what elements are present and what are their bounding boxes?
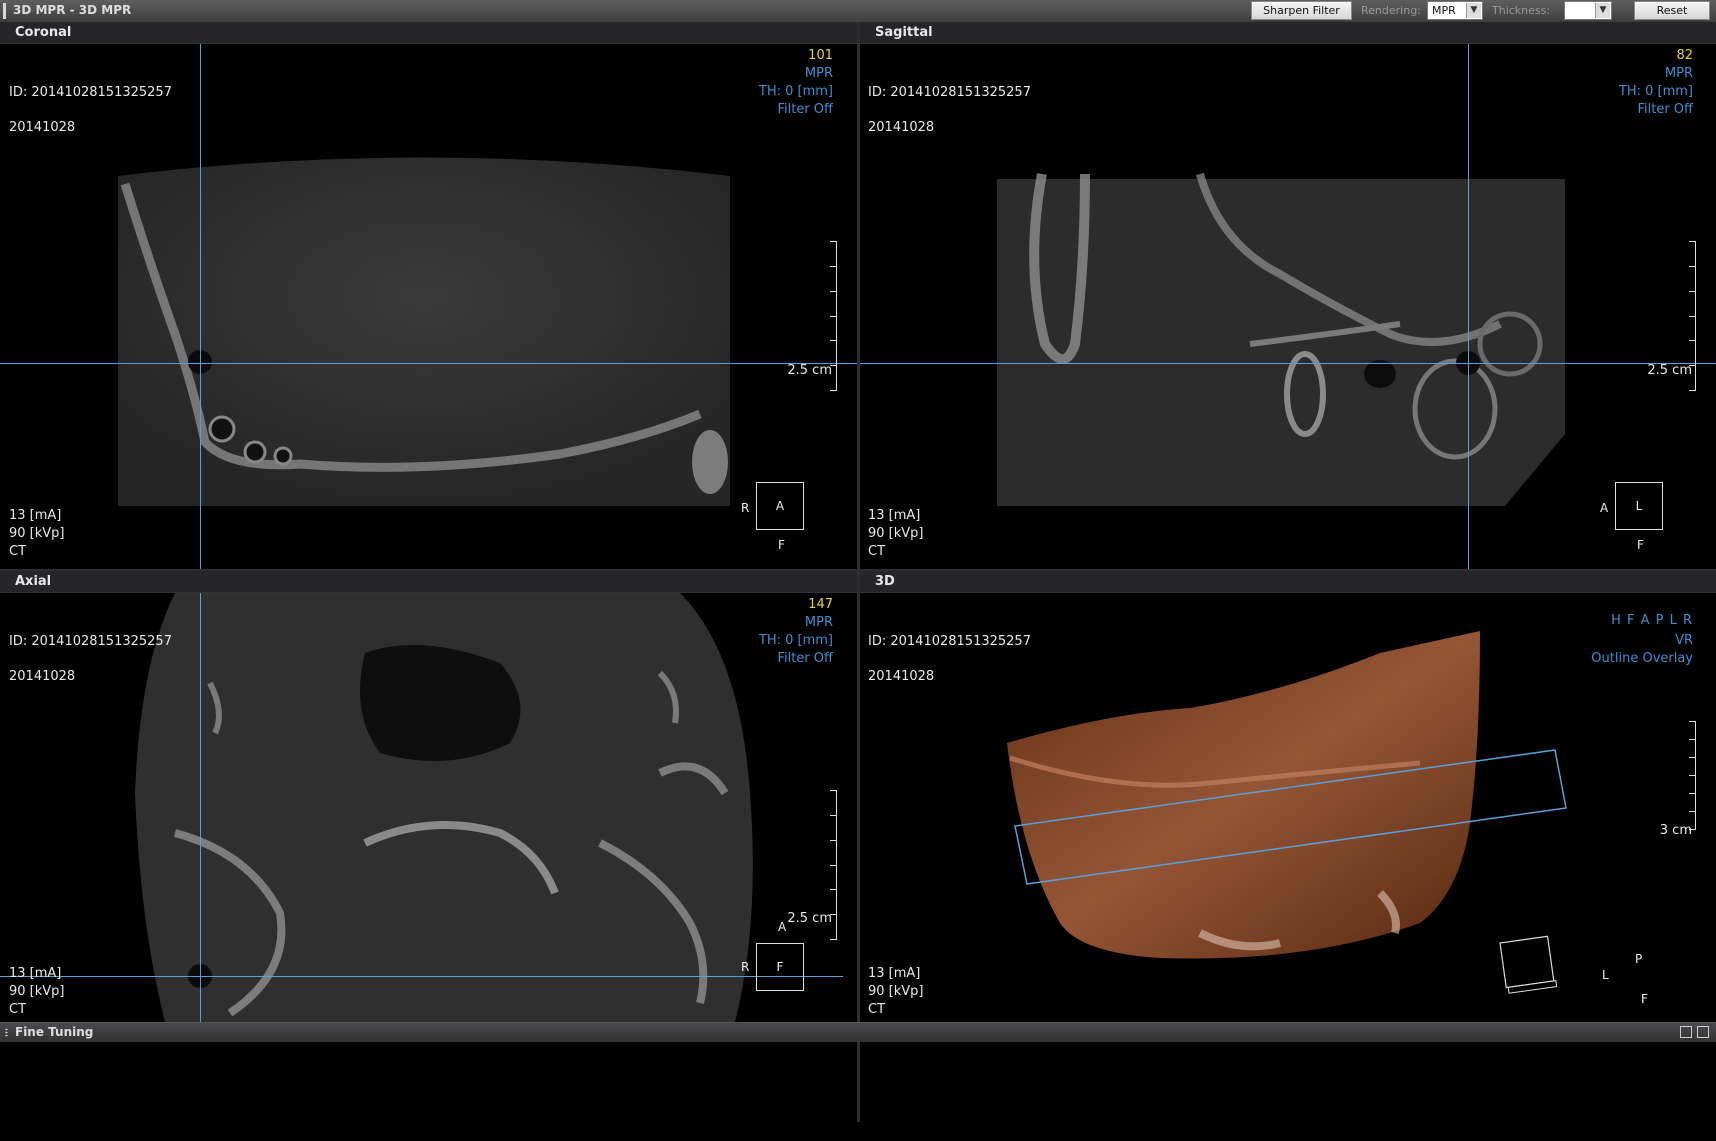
- tube-current: 13 [mA]: [868, 966, 921, 981]
- crosshair-horizontal[interactable]: [0, 976, 843, 977]
- render-mode: VR: [1675, 633, 1693, 648]
- patient-id: ID: 20141028151325257: [9, 634, 172, 649]
- crosshair-vertical[interactable]: [200, 593, 201, 1022]
- sharpen-filter-button[interactable]: Sharpen Filter: [1251, 1, 1352, 20]
- toolbar-grip[interactable]: [3, 3, 6, 19]
- fine-tuning-bar[interactable]: Fine Tuning: [0, 1022, 1716, 1042]
- filter-status: Filter Off: [777, 651, 833, 666]
- patient-id: ID: 20141028151325257: [9, 85, 172, 100]
- study-date: 20141028: [9, 669, 76, 684]
- orientation-left-label: L: [1602, 968, 1609, 982]
- study-date: 20141028: [9, 120, 76, 135]
- slice-number: 82: [1676, 48, 1693, 63]
- study-date: 20141028: [868, 669, 935, 684]
- rendering-label: Rendering:: [1361, 4, 1421, 17]
- coronal-viewport[interactable]: Coronal ID: 20141028151325257 20141028 1…: [0, 22, 857, 569]
- chevron-down-icon[interactable]: ▼: [1466, 3, 1481, 18]
- coronal-title: Coronal: [0, 22, 857, 44]
- reset-button[interactable]: Reset: [1634, 1, 1710, 20]
- tube-voltage: 90 [kVp]: [9, 526, 65, 541]
- filter-status: Filter Off: [777, 102, 833, 117]
- crosshair-vertical[interactable]: [200, 44, 201, 569]
- axial-title: Axial: [0, 571, 857, 593]
- coronal-image[interactable]: [0, 44, 857, 569]
- sagittal-viewport[interactable]: Sagittal ID: 20141028151325257 20141028 …: [860, 22, 1716, 569]
- orientation-left-label: A: [1600, 501, 1609, 515]
- chevron-down-icon[interactable]: ▼: [1595, 3, 1610, 18]
- 3d-render[interactable]: [860, 593, 1716, 1022]
- fine-tuning-label: Fine Tuning: [15, 1025, 94, 1039]
- slab-thickness: TH: 0 [mm]: [758, 84, 833, 99]
- sagittal-image[interactable]: [860, 44, 1716, 569]
- scale-label: 2.5 cm: [1647, 363, 1692, 378]
- tube-current: 13 [mA]: [9, 508, 62, 523]
- save-icon[interactable]: [1680, 1026, 1692, 1038]
- slab-thickness: TH: 0 [mm]: [1618, 84, 1693, 99]
- crosshair-horizontal[interactable]: [0, 363, 857, 364]
- orientation-cube[interactable]: L: [1615, 482, 1663, 530]
- app-title: 3D MPR - 3D MPR: [13, 3, 132, 17]
- tube-current: 13 [mA]: [868, 508, 921, 523]
- orientation-buttons[interactable]: H F A P L R: [1611, 613, 1693, 628]
- tube-voltage: 90 [kVp]: [9, 984, 65, 999]
- sagittal-title: Sagittal: [860, 22, 1716, 44]
- modality: CT: [868, 544, 886, 559]
- patient-id: ID: 20141028151325257: [868, 85, 1031, 100]
- orientation-bottom-label: F: [1641, 992, 1648, 1006]
- slice-number: 101: [808, 48, 833, 63]
- thickness-select[interactable]: ▼: [1564, 1, 1612, 20]
- patient-id: ID: 20141028151325257: [868, 634, 1031, 649]
- sagittal-ct-slice: [997, 172, 1565, 506]
- scale-label: 2.5 cm: [787, 911, 832, 926]
- coronal-ct-slice: [118, 157, 730, 506]
- orientation-cube[interactable]: A: [756, 482, 804, 530]
- orientation-left-label: R: [741, 501, 750, 515]
- crosshair-horizontal[interactable]: [860, 363, 1716, 364]
- scale-label: 3 cm: [1659, 823, 1692, 838]
- filter-status: Filter Off: [1637, 102, 1693, 117]
- orientation-cube[interactable]: F: [756, 943, 804, 991]
- orientation-bottom-label: F: [778, 538, 785, 552]
- rendering-select[interactable]: MPR ▼: [1427, 1, 1483, 20]
- axial-viewport[interactable]: Axial ID: 20141028151325257 20141028 147…: [0, 571, 857, 1022]
- tube-current: 13 [mA]: [9, 966, 62, 981]
- modality: CT: [9, 1002, 27, 1017]
- tube-voltage: 90 [kVp]: [868, 984, 924, 999]
- orientation-top-label: A: [778, 920, 787, 934]
- orientation-center-label[interactable]: P: [1635, 952, 1642, 966]
- overlay-status: Outline Overlay: [1591, 651, 1693, 666]
- slice-number: 147: [808, 597, 833, 612]
- axial-image[interactable]: [0, 593, 857, 1022]
- toolbar: 3D MPR - 3D MPR Sharpen Filter Rendering…: [0, 0, 1716, 23]
- crosshair-vertical[interactable]: [1468, 44, 1469, 569]
- 3d-viewport[interactable]: 3D ID: 20141028151325257 20141028 H F A …: [860, 571, 1716, 1022]
- 3d-title: 3D: [860, 571, 1716, 593]
- scale-label: 2.5 cm: [787, 363, 832, 378]
- slab-thickness: TH: 0 [mm]: [758, 633, 833, 648]
- scale-bar: [1689, 721, 1696, 830]
- modality: CT: [9, 544, 27, 559]
- orientation-bottom-label: F: [1637, 538, 1644, 552]
- render-mode: MPR: [1664, 66, 1693, 81]
- rendering-select-value: MPR: [1432, 4, 1456, 17]
- thickness-label: Thickness:: [1492, 4, 1551, 17]
- render-mode: MPR: [804, 66, 833, 81]
- volume-render: [1007, 631, 1567, 994]
- study-date: 20141028: [868, 120, 935, 135]
- tube-voltage: 90 [kVp]: [868, 526, 924, 541]
- folder-icon[interactable]: [1697, 1026, 1709, 1038]
- render-mode: MPR: [804, 615, 833, 630]
- orientation-left-label: R: [741, 960, 750, 974]
- axial-ct-slice: [135, 593, 753, 1022]
- modality: CT: [868, 1002, 886, 1017]
- drag-handle-icon[interactable]: [4, 1028, 9, 1037]
